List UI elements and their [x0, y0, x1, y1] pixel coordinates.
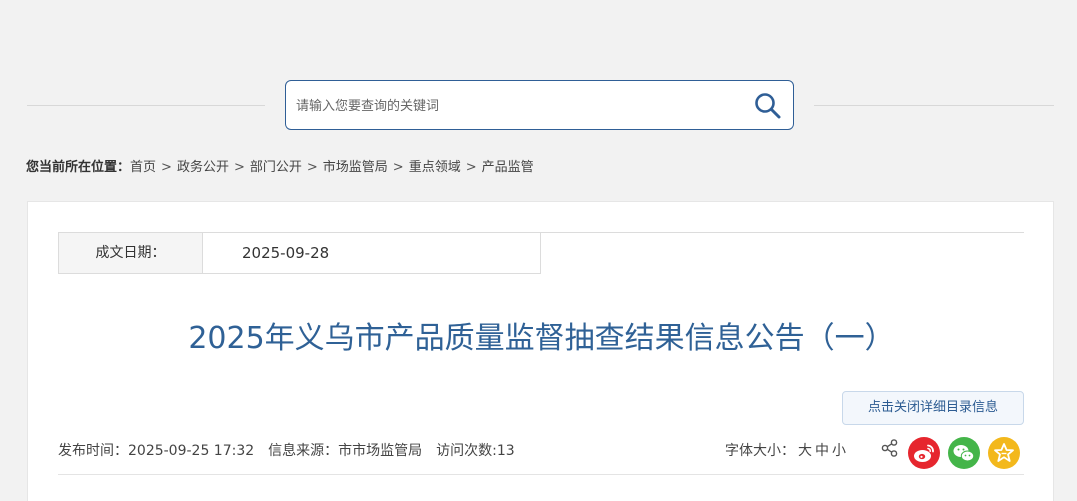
publish-time: 发布时间：2025-09-25 17:32 — [58, 443, 255, 459]
breadcrumb-separator: > — [233, 160, 245, 175]
search-icon — [755, 93, 781, 119]
search-bar-row — [0, 80, 1077, 130]
favorite-button[interactable] — [988, 437, 1020, 469]
table-top-rule — [541, 232, 1024, 233]
breadcrumb-separator: > — [161, 160, 172, 175]
breadcrumb-home[interactable]: 首页 — [130, 160, 156, 175]
info-table: 成文日期： 2025-09-28 — [58, 232, 541, 274]
meta-divider — [58, 474, 1024, 475]
article-meta: 发布时间：2025-09-25 17:32 信息来源：市市场监管局 访问次数:13 — [58, 440, 529, 460]
info-source: 信息来源：市市场监管局 — [268, 443, 423, 459]
font-size-large[interactable]: 大 — [798, 443, 812, 459]
date-value: 2025-09-28 — [242, 244, 330, 262]
breadcrumb-gov-affairs[interactable]: 政务公开 — [177, 160, 229, 175]
weibo-share-button[interactable] — [908, 437, 940, 469]
breadcrumb-lead: 您当前所在位置： — [26, 160, 131, 175]
font-size-medium[interactable]: 中 — [815, 443, 829, 459]
breadcrumb-separator: > — [465, 160, 477, 175]
date-label: 成文日期： — [59, 233, 203, 273]
article-title: 2025年义乌市产品质量监督抽查结果信息公告（一） — [188, 321, 895, 356]
font-size-label: 字体大小： — [725, 443, 795, 459]
article-card: 成文日期： 2025-09-28 2025年义乌市产品质量监督抽查结果信息公告（… — [27, 201, 1054, 501]
star-icon — [994, 443, 1014, 462]
breadcrumb-product-supervision[interactable]: 产品监管 — [482, 160, 534, 175]
search-button[interactable] — [753, 91, 783, 121]
search-input[interactable] — [296, 93, 736, 119]
breadcrumb-separator: > — [392, 160, 404, 175]
decorative-rule-left — [27, 105, 265, 106]
breadcrumb-market-bureau[interactable]: 市场监管局 — [323, 160, 388, 175]
weibo-icon — [914, 444, 934, 462]
toggle-details-button[interactable]: 点击关闭详细目录信息 — [842, 391, 1024, 425]
breadcrumb: 您当前所在位置：首页 > 政务公开 > 部门公开 > 市场监管局 > 重点领域 > 产品监管 — [26, 156, 534, 175]
breadcrumb-separator: > — [306, 160, 318, 175]
wechat-share-button[interactable] — [948, 437, 980, 469]
breadcrumb-dept-affairs[interactable]: 部门公开 — [250, 160, 302, 175]
breadcrumb-key-areas[interactable]: 重点领域 — [409, 160, 461, 175]
share-icon[interactable] — [880, 438, 900, 458]
font-size-small[interactable]: 小 — [832, 443, 846, 459]
font-size-control: 字体大小：大中小 — [725, 440, 846, 460]
search-box[interactable] — [285, 80, 794, 130]
decorative-rule-right — [814, 105, 1054, 106]
wechat-icon — [953, 445, 975, 462]
visit-count: 访问次数:13 — [436, 443, 515, 459]
